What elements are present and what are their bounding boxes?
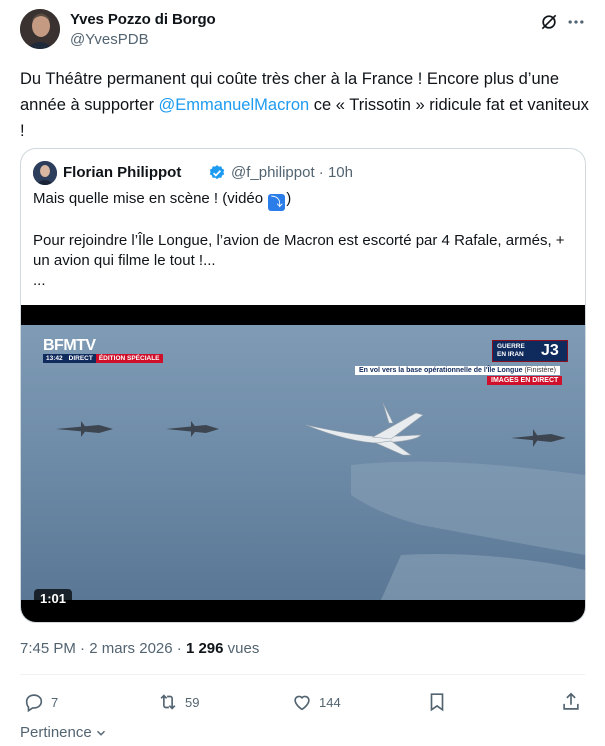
- author-handle[interactable]: @YvesPDB: [70, 31, 149, 48]
- sort-selector[interactable]: Pertinence: [20, 724, 108, 741]
- news-banner: GUERRE EN IRAN J3: [492, 340, 568, 362]
- video-player[interactable]: BFMTV 13:42 DIRECT ÉDITION SPÉCIALE GUER…: [21, 305, 585, 622]
- bfm-clock: 13:42: [43, 354, 66, 363]
- reply-icon: [25, 694, 43, 713]
- tweet-text: Du Théâtre permanent qui coûte très cher…: [20, 66, 590, 144]
- reply-count: 7: [51, 694, 59, 710]
- like-button[interactable]: 144: [291, 691, 341, 713]
- author-avatar[interactable]: [20, 9, 60, 49]
- repost-icon: [160, 694, 176, 710]
- share-button[interactable]: [560, 691, 588, 713]
- more-icon[interactable]: [566, 12, 586, 32]
- quote-author-name[interactable]: Florian Philippot: [63, 164, 181, 181]
- chevron-down-icon: [96, 730, 105, 736]
- repost-button[interactable]: 59: [157, 691, 199, 713]
- bfm-status-bar: 13:42 DIRECT ÉDITION SPÉCIALE: [43, 354, 163, 363]
- views-label: vues: [223, 640, 260, 657]
- live-images-tag: IMAGES EN DIRECT: [487, 376, 563, 385]
- quote-line-2: Pour rejoindre l’Île Longue, l’avion de …: [33, 232, 565, 249]
- quote-author-handle[interactable]: @f_philippot: [231, 164, 315, 181]
- sort-label: Pertinence: [20, 724, 92, 741]
- arrow-down-emoji-icon: ⤵: [268, 194, 286, 211]
- repost-count: 59: [185, 694, 200, 710]
- quote-text: Mais quelle mise en scène ! (vidéo ⤵) Po…: [33, 189, 573, 291]
- heart-icon: [294, 695, 310, 711]
- video-caption: En vol vers la base opérationnelle de l'…: [355, 366, 560, 375]
- grok-icon[interactable]: [539, 12, 559, 32]
- reply-button[interactable]: 7: [23, 691, 58, 713]
- like-count: 144: [319, 694, 341, 710]
- share-icon: [563, 692, 579, 710]
- post-time[interactable]: 7:45 PM: [20, 640, 76, 657]
- video-duration: 1:01: [34, 589, 73, 608]
- post-timestamp: 7:45 PM · 2 mars 2026 · 1 296 vues: [20, 640, 260, 657]
- divider: [20, 674, 585, 675]
- bookmark-icon: [430, 693, 444, 712]
- mention-link[interactable]: @EmmanuelMacron: [159, 96, 310, 114]
- quote-line-3: un avion qui filme le tout !...: [33, 252, 216, 269]
- news-banner-label: GUERRE EN IRAN: [497, 343, 525, 358]
- quote-time[interactable]: 10h: [328, 164, 353, 181]
- author-name[interactable]: Yves Pozzo di Borgo: [70, 11, 216, 28]
- post-date[interactable]: 2 mars 2026: [89, 640, 172, 657]
- news-banner-day: J3: [541, 342, 559, 359]
- quote-line-1: Mais quelle mise en scène ! (vidéo ⤵): [33, 190, 292, 211]
- quote-author-avatar[interactable]: [33, 161, 57, 185]
- quote-meta: @f_philippot · 10h: [231, 164, 353, 181]
- views-count: 1 296: [185, 640, 224, 657]
- verified-badge-icon: [209, 165, 225, 180]
- quoted-tweet[interactable]: Florian Philippot @f_philippot · 10h Mai…: [20, 148, 586, 623]
- bookmark-button[interactable]: [426, 691, 454, 713]
- tweet: Yves Pozzo di Borgo @YvesPDB Du Théâtre …: [0, 0, 605, 746]
- bfm-special: ÉDITION SPÉCIALE: [95, 354, 163, 363]
- bfmtv-logo: BFMTV: [43, 337, 96, 354]
- quote-line-4: ...: [33, 272, 46, 289]
- bfm-live: DIRECT: [65, 354, 96, 363]
